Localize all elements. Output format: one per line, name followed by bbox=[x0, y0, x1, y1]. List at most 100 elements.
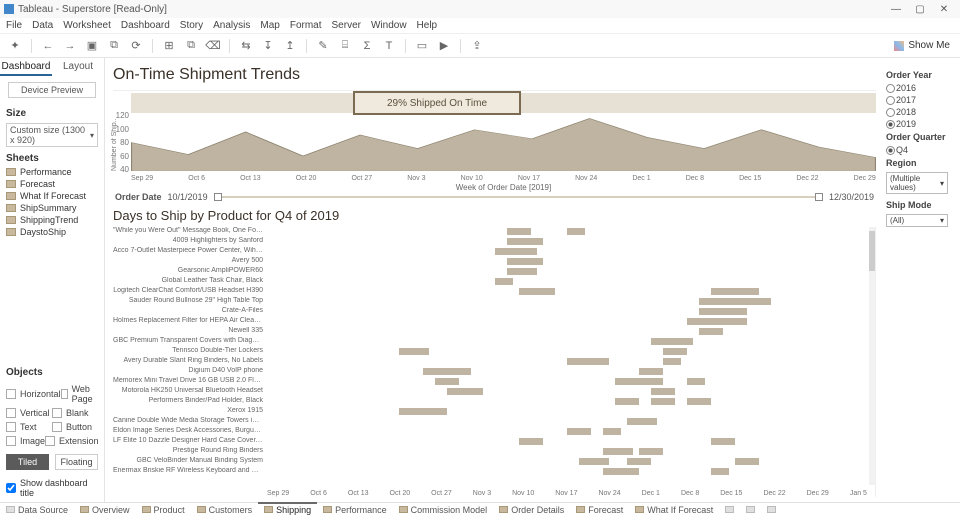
gantt-row[interactable]: Enermax Briskie RF Wireless Keyboard and… bbox=[113, 467, 867, 477]
tab-layout[interactable]: Layout bbox=[52, 58, 104, 76]
new-story-tab[interactable] bbox=[761, 503, 782, 516]
gantt-scrollbar[interactable] bbox=[869, 227, 875, 485]
object-web-page[interactable]: Web Page bbox=[61, 382, 98, 406]
save-button[interactable]: ▣ bbox=[83, 37, 101, 55]
date-slider-track[interactable] bbox=[214, 193, 823, 201]
sheet-tab-commission-model[interactable]: Commission Model bbox=[393, 503, 494, 516]
device-preview-button[interactable]: Device Preview bbox=[8, 82, 96, 98]
duplicate-button[interactable]: ⧉ bbox=[182, 37, 200, 55]
menu-story[interactable]: Story bbox=[180, 20, 203, 31]
sheet-item[interactable]: DaystoShip bbox=[6, 226, 98, 238]
sort-asc-button[interactable]: ↧ bbox=[259, 37, 277, 55]
gantt-row[interactable]: Xerox 1915 bbox=[113, 407, 867, 417]
object-blank[interactable]: Blank bbox=[52, 406, 98, 420]
sheet-tab-product[interactable]: Product bbox=[136, 503, 191, 516]
gantt-row[interactable]: Sauder Round Bullnose 29" High Table Top bbox=[113, 297, 867, 307]
show-title-check[interactable] bbox=[6, 483, 16, 493]
gantt-row[interactable]: Tennsco Double-Tier Lockers bbox=[113, 347, 867, 357]
gantt-row[interactable]: Holmes Replacement Filter for HEPA Air C… bbox=[113, 317, 867, 327]
gantt-row[interactable]: Motorola HK250 Universal Bluetooth Heads… bbox=[113, 387, 867, 397]
year-option-2017[interactable]: 2017 bbox=[886, 94, 948, 106]
gantt-row[interactable]: GBC Premium Transparent Covers with Diag… bbox=[113, 337, 867, 347]
menu-map[interactable]: Map bbox=[260, 20, 279, 31]
top-chart[interactable]: 29% Shipped On Time Number of Ship.. 120… bbox=[113, 90, 876, 186]
labels-button[interactable]: T bbox=[380, 37, 398, 55]
menu-worksheet[interactable]: Worksheet bbox=[63, 20, 111, 31]
group-button[interactable]: ⌸ bbox=[336, 37, 354, 55]
presentation-button[interactable]: ▶ bbox=[435, 37, 453, 55]
gantt-row[interactable]: Newell 335 bbox=[113, 327, 867, 337]
sheet-item[interactable]: Forecast bbox=[6, 178, 98, 190]
ship-mode-dropdown[interactable]: (All)▾ bbox=[886, 214, 948, 227]
object-text[interactable]: Text bbox=[6, 420, 52, 434]
sheet-tab-overview[interactable]: Overview bbox=[74, 503, 136, 516]
data-source-tab[interactable]: Data Source bbox=[0, 503, 74, 516]
slider-handle-right[interactable] bbox=[815, 193, 823, 201]
gantt-row[interactable]: Avery Durable Slant Ring Binders, No Lab… bbox=[113, 357, 867, 367]
object-button[interactable]: Button bbox=[52, 420, 98, 434]
object-extension[interactable]: Extension bbox=[45, 434, 99, 448]
maximize-button[interactable]: ▢ bbox=[908, 4, 932, 15]
sheet-item[interactable]: What If Forecast bbox=[6, 190, 98, 202]
sheet-tab-order-details[interactable]: Order Details bbox=[493, 503, 570, 516]
gantt-row[interactable]: Performers Binder/Pad Holder, Black bbox=[113, 397, 867, 407]
tab-dashboard[interactable]: Dashboard bbox=[0, 58, 52, 76]
year-option-2018[interactable]: 2018 bbox=[886, 106, 948, 118]
sheet-tab-what-if-forecast[interactable]: What If Forecast bbox=[629, 503, 719, 516]
gantt-row[interactable]: Crate-A-Files bbox=[113, 307, 867, 317]
gantt-row[interactable]: 4009 Highlighters by Sanford bbox=[113, 237, 867, 247]
sheet-item[interactable]: ShipSummary bbox=[6, 202, 98, 214]
year-option-2019[interactable]: 2019 bbox=[886, 118, 948, 130]
menu-analysis[interactable]: Analysis bbox=[213, 20, 250, 31]
gantt-row[interactable]: Eldon Image Series Desk Accessories, Bur… bbox=[113, 427, 867, 437]
sheet-item[interactable]: Performance bbox=[6, 166, 98, 178]
object-horizontal[interactable]: Horizontal bbox=[6, 382, 61, 406]
sort-desc-button[interactable]: ↥ bbox=[281, 37, 299, 55]
year-option-2016[interactable]: 2016 bbox=[886, 82, 948, 94]
gantt-row[interactable]: Logitech ClearChat Comfort/USB Headset H… bbox=[113, 287, 867, 297]
highlight-button[interactable]: ✎ bbox=[314, 37, 332, 55]
object-vertical[interactable]: Vertical bbox=[6, 406, 52, 420]
menu-server[interactable]: Server bbox=[332, 20, 361, 31]
minimize-button[interactable]: — bbox=[884, 4, 908, 15]
close-button[interactable]: ✕ bbox=[932, 4, 956, 15]
new-worksheet-tab[interactable] bbox=[719, 503, 740, 516]
show-title-checkbox[interactable]: Show dashboard title bbox=[0, 474, 104, 502]
forward-button[interactable]: → bbox=[61, 37, 79, 55]
object-image[interactable]: Image bbox=[6, 434, 45, 448]
gantt-row[interactable]: Acco 7-Outlet Masterpiece Power Center, … bbox=[113, 247, 867, 257]
menu-help[interactable]: Help bbox=[417, 20, 438, 31]
sheet-tab-forecast[interactable]: Forecast bbox=[570, 503, 629, 516]
totals-button[interactable]: Σ bbox=[358, 37, 376, 55]
sheet-tab-customers[interactable]: Customers bbox=[191, 503, 259, 516]
menu-format[interactable]: Format bbox=[290, 20, 322, 31]
sheet-item[interactable]: ShippingTrend bbox=[6, 214, 98, 226]
gantt-row[interactable]: Memorex Mini Travel Drive 16 GB USB 2.0 … bbox=[113, 377, 867, 387]
tableau-logo-icon[interactable]: ✦ bbox=[6, 37, 24, 55]
clear-button[interactable]: ⌫ bbox=[204, 37, 222, 55]
new-worksheet-button[interactable]: ⊞ bbox=[160, 37, 178, 55]
region-dropdown[interactable]: (Multiple values)▾ bbox=[886, 172, 948, 194]
gantt-row[interactable]: Gearsonic AmpliPOWER60 bbox=[113, 267, 867, 277]
gantt-row[interactable]: LF Elite 10 Dazzle Designer Hard Case Co… bbox=[113, 437, 867, 447]
fit-button[interactable]: ▭ bbox=[413, 37, 431, 55]
gantt-row[interactable]: Avery 500 bbox=[113, 257, 867, 267]
gantt-row[interactable]: "While you Were Out" Message Book, One F… bbox=[113, 227, 867, 237]
menu-file[interactable]: File bbox=[6, 20, 22, 31]
slider-handle-left[interactable] bbox=[214, 193, 222, 201]
floating-button[interactable]: Floating bbox=[55, 454, 98, 470]
show-me-button[interactable]: Show Me bbox=[894, 40, 954, 51]
menu-window[interactable]: Window bbox=[371, 20, 407, 31]
share-button[interactable]: ⇪ bbox=[468, 37, 486, 55]
back-button[interactable]: ← bbox=[39, 37, 57, 55]
sheet-tab-performance[interactable]: Performance bbox=[317, 503, 393, 516]
swap-button[interactable]: ⇆ bbox=[237, 37, 255, 55]
sheet-tab-shipping[interactable]: Shipping bbox=[258, 502, 317, 515]
new-dashboard-tab[interactable] bbox=[740, 503, 761, 516]
menu-dashboard[interactable]: Dashboard bbox=[121, 20, 170, 31]
size-dropdown[interactable]: Custom size (1300 x 920)▾ bbox=[6, 123, 98, 147]
gantt-row[interactable]: Digium D40 VoIP phone bbox=[113, 367, 867, 377]
menu-data[interactable]: Data bbox=[32, 20, 53, 31]
gantt-scroll-thumb[interactable] bbox=[869, 231, 875, 271]
gantt-row[interactable]: Global Leather Task Chair, Black bbox=[113, 277, 867, 287]
